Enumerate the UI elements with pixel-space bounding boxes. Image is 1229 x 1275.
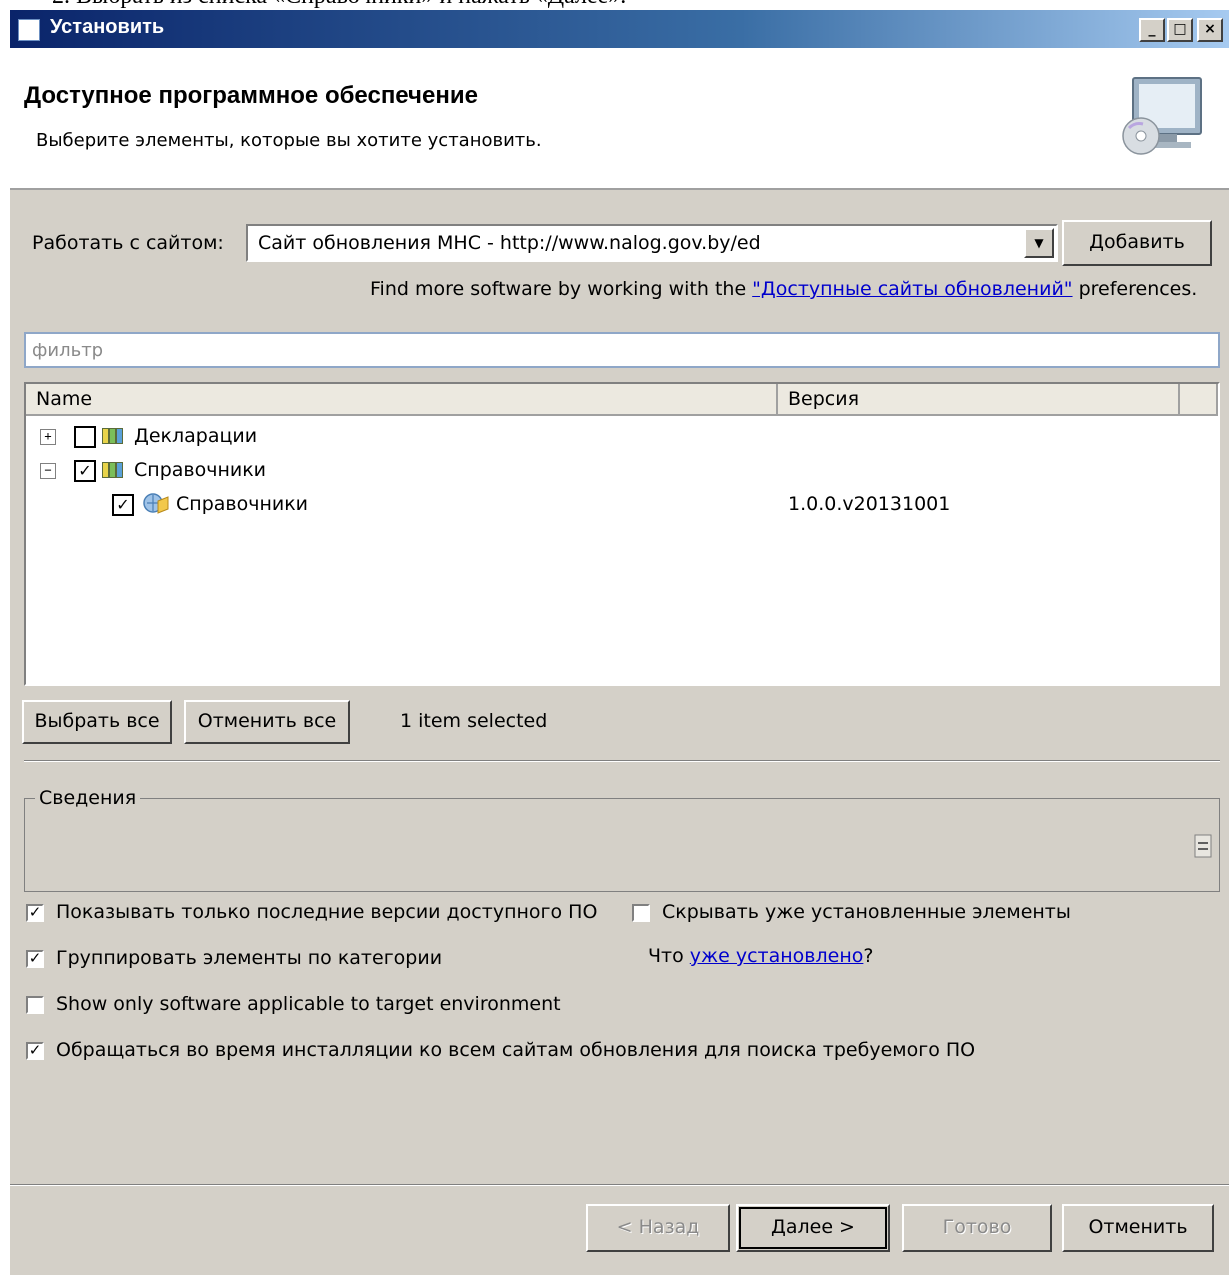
tree-row-label: Справочники xyxy=(134,459,267,481)
latest-only-checkbox[interactable]: ✓ xyxy=(26,904,44,922)
feature-package-icon xyxy=(143,493,169,514)
hide-installed-label: Скрывать уже установленные элементы xyxy=(662,901,1071,923)
minimize-button[interactable]: _ xyxy=(1139,18,1165,42)
hide-installed-checkbox[interactable] xyxy=(632,904,650,922)
footer-separator xyxy=(10,1184,1229,1186)
header-banner: Доступное программное обеспечение Выбери… xyxy=(10,48,1229,190)
available-sites-link[interactable]: "Доступные сайты обновлений" xyxy=(752,278,1072,300)
window-app-icon xyxy=(18,19,40,41)
deselect-all-button[interactable]: Отменить все xyxy=(184,700,350,744)
filter-input[interactable]: фильтр xyxy=(24,332,1220,368)
finish-button[interactable]: Готово xyxy=(902,1204,1052,1252)
collapse-minus-icon[interactable]: − xyxy=(40,463,56,479)
find-more-text: Find more software by working with the "… xyxy=(370,278,1197,300)
group-by-category-label: Группировать элементы по категории xyxy=(56,947,443,969)
window-title: Установить xyxy=(50,16,165,38)
separator xyxy=(24,760,1220,762)
filter-placeholder: фильтр xyxy=(32,340,104,361)
tree-row-version: 1.0.0.v20131001 xyxy=(788,493,951,515)
tree-row-label: Справочники xyxy=(176,493,309,515)
contact-all-sites-checkbox[interactable]: ✓ xyxy=(26,1042,44,1060)
tree-row-declarations[interactable]: + Декларации xyxy=(26,420,1218,454)
tree-row-references-feature[interactable]: ✓ Справочники 1.0.0.v20131001 xyxy=(26,488,1218,522)
monitor-cd-icon xyxy=(1122,77,1202,155)
column-header-version[interactable]: Версия xyxy=(778,384,1180,416)
install-dialog: Установить _ □ × Доступное программное о… xyxy=(10,10,1229,1275)
find-more-suffix: preferences. xyxy=(1072,278,1198,300)
site-combobox-value: Сайт обновления МНС - http://www.nalog.g… xyxy=(258,232,761,254)
tree-row-label: Декларации xyxy=(134,425,258,447)
close-button[interactable]: × xyxy=(1197,18,1223,42)
page-subtitle: Выберите элементы, которые вы хотите уст… xyxy=(36,130,542,151)
software-tree[interactable]: Name Версия + Декларации − ✓ Справочники… xyxy=(24,382,1220,686)
page-title: Доступное программное обеспечение xyxy=(24,82,478,109)
category-icon xyxy=(102,462,124,478)
details-group: Сведения xyxy=(24,787,1220,892)
back-button[interactable]: < Назад xyxy=(586,1204,730,1252)
references-feature-checkbox[interactable]: ✓ xyxy=(112,494,134,516)
column-header-filler xyxy=(1180,384,1218,416)
target-env-checkbox[interactable] xyxy=(26,996,44,1014)
details-toggle-icon[interactable] xyxy=(1193,833,1213,859)
references-category-checkbox[interactable]: ✓ xyxy=(74,460,96,482)
select-all-button[interactable]: Выбрать все xyxy=(22,700,172,744)
site-label: Работать с сайтом: xyxy=(32,232,224,254)
expand-plus-icon[interactable]: + xyxy=(40,429,56,445)
next-button[interactable]: Далее > xyxy=(736,1204,890,1252)
column-header-name[interactable]: Name xyxy=(26,384,778,416)
add-site-button[interactable]: Добавить xyxy=(1062,220,1212,266)
contact-all-sites-label: Обращаться во время инсталляции ко всем … xyxy=(56,1039,976,1061)
find-more-prefix: Find more software by working with the xyxy=(370,278,753,300)
already-installed-link[interactable]: уже установлено xyxy=(690,945,864,967)
cancel-button[interactable]: Отменить xyxy=(1062,1204,1214,1252)
target-env-label: Show only software applicable to target … xyxy=(56,993,561,1015)
site-combobox[interactable]: Сайт обновления МНС - http://www.nalog.g… xyxy=(246,224,1058,262)
details-group-label: Сведения xyxy=(35,787,141,809)
dropdown-arrow-icon[interactable]: ▼ xyxy=(1024,228,1054,258)
group-by-category-checkbox[interactable]: ✓ xyxy=(26,950,44,968)
selection-status: 1 item selected xyxy=(400,710,548,732)
tree-row-references-category[interactable]: − ✓ Справочники xyxy=(26,454,1218,488)
title-bar[interactable]: Установить _ □ × xyxy=(10,10,1229,48)
category-icon xyxy=(102,428,124,444)
declarations-checkbox[interactable] xyxy=(74,426,96,448)
maximize-button[interactable]: □ xyxy=(1167,18,1193,42)
latest-only-label: Показывать только последние версии досту… xyxy=(56,901,598,923)
already-installed-text: Что уже установлено? xyxy=(648,945,874,967)
